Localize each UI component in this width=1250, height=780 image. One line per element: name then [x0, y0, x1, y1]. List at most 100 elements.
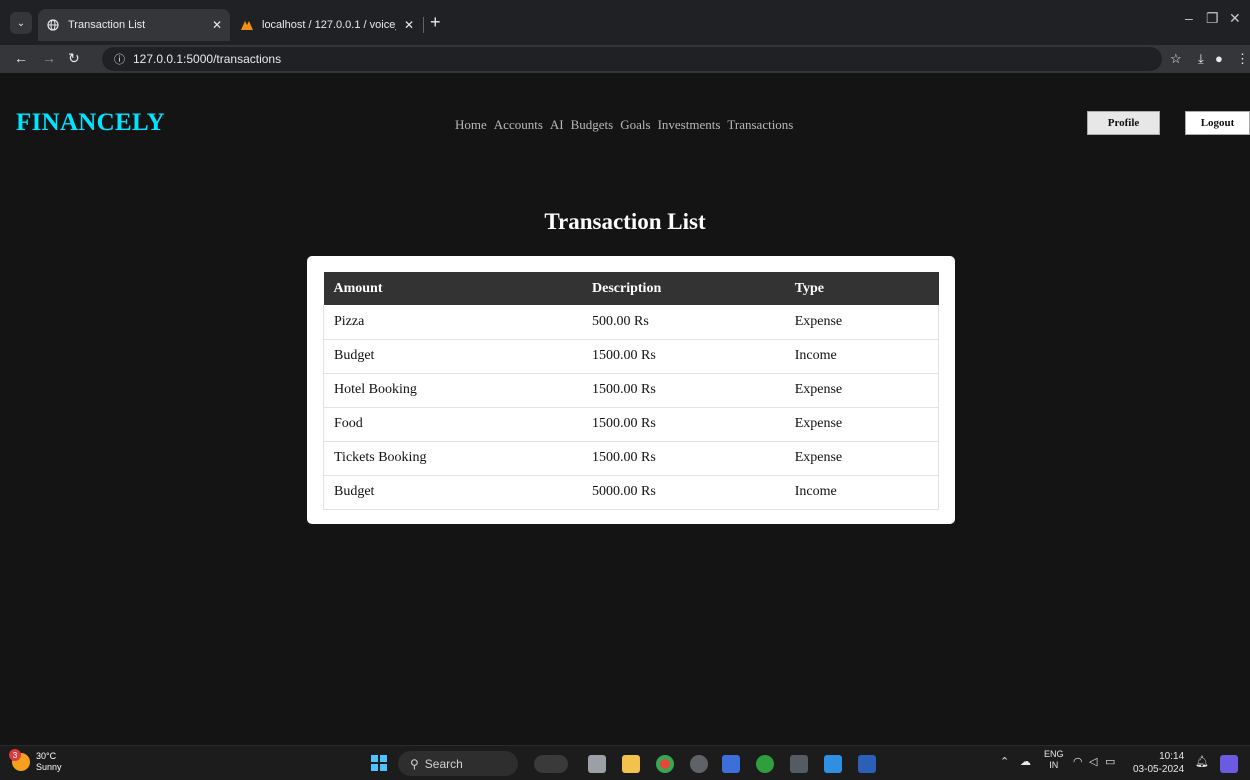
logout-button[interactable]: Logout	[1185, 111, 1250, 135]
tab-close-icon[interactable]: ✕	[212, 18, 222, 32]
region-code: IN	[1049, 760, 1059, 770]
globe-icon	[46, 18, 60, 32]
weather-condition: Sunny	[36, 762, 62, 772]
transactions-card: Amount Description Type Pizza 500.00 Rs …	[307, 256, 955, 524]
profile-icon[interactable]: ●	[1215, 51, 1223, 66]
table-row: Food 1500.00 Rs Expense	[323, 407, 939, 442]
chrome-icon[interactable]	[656, 755, 674, 773]
table-cell: 1500.00 Rs	[582, 373, 785, 408]
weather-widget[interactable]: 3 30°C Sunny	[9, 749, 62, 773]
app-icon[interactable]	[690, 755, 708, 773]
nav-transactions[interactable]: Transactions	[727, 117, 793, 133]
table-cell: Expense	[784, 305, 939, 340]
minimize-icon[interactable]: –	[1185, 10, 1193, 26]
browser-toolbar: ← → ↻ ⓘ 127.0.0.1:5000/transactions ☆ ⤓ …	[0, 45, 1250, 73]
web-page: FINANCELY Home Accounts AI Budgets Goals…	[0, 73, 1250, 745]
table-cell: 500.00 Rs	[582, 305, 785, 340]
table-header-row: Amount Description Type	[323, 272, 939, 305]
windows-taskbar: 3 30°C Sunny ⚲ Search ⌃ ☁ ENG IN ◠ ◁ ▭ 1…	[0, 745, 1250, 780]
restore-icon[interactable]: ❐	[1206, 10, 1219, 27]
main-nav: Home Accounts AI Budgets Goals Investmen…	[455, 117, 793, 133]
onedrive-icon[interactable]: ☁	[1020, 755, 1031, 768]
profile-button[interactable]: Profile	[1087, 111, 1160, 135]
word-icon[interactable]	[858, 755, 876, 773]
tab-search-chevron-icon[interactable]: ⌄	[10, 12, 32, 34]
app-icon[interactable]	[722, 755, 740, 773]
clock-time: 10:14	[1159, 751, 1185, 762]
windows-start-icon[interactable]	[371, 755, 387, 771]
tab-title: localhost / 127.0.0.1 / voice_fin	[262, 19, 396, 31]
transactions-table: Amount Description Type Pizza 500.00 Rs …	[323, 272, 939, 510]
table-cell: Pizza	[323, 305, 583, 340]
nav-ai[interactable]: AI	[550, 117, 564, 133]
vscode-icon[interactable]	[824, 755, 842, 773]
download-icon[interactable]: ⤓	[1198, 51, 1204, 67]
nav-goals[interactable]: Goals	[620, 117, 650, 133]
language-code: ENG	[1044, 749, 1064, 759]
table-row: Budget 1500.00 Rs Income	[323, 339, 939, 374]
task-view-icon[interactable]	[588, 755, 606, 773]
nav-home[interactable]: Home	[455, 117, 487, 133]
search-icon: ⚲	[410, 756, 419, 771]
column-header-description: Description	[592, 280, 662, 296]
table-cell: Budget	[323, 475, 583, 510]
table-row: Tickets Booking 1500.00 Rs Expense	[323, 441, 939, 476]
table-cell: Budget	[323, 339, 583, 374]
sun-icon: 3	[9, 749, 30, 771]
address-bar[interactable]: ⓘ 127.0.0.1:5000/transactions	[102, 47, 1162, 71]
brand-logo[interactable]: FINANCELY	[16, 109, 165, 137]
terminal-icon[interactable]	[790, 755, 808, 773]
table-row: Hotel Booking 1500.00 Rs Expense	[323, 373, 939, 408]
table-cell: Hotel Booking	[323, 373, 583, 408]
column-header-type: Type	[794, 280, 825, 296]
nav-budgets[interactable]: Budgets	[571, 117, 614, 133]
tray-chevron-up-icon[interactable]: ⌃	[1000, 755, 1009, 768]
new-tab-icon[interactable]: +	[430, 13, 441, 31]
clock[interactable]: 10:14 03-05-2024	[1133, 750, 1184, 776]
phpmyadmin-icon	[240, 18, 254, 32]
tab-separator	[423, 17, 424, 33]
table-cell: 1500.00 Rs	[582, 407, 785, 442]
table-cell: Expense	[784, 441, 939, 476]
reload-icon[interactable]: ↻	[68, 50, 80, 67]
temperature: 30°C	[36, 751, 57, 761]
clock-date: 03-05-2024	[1133, 764, 1185, 775]
nav-investments[interactable]: Investments	[658, 117, 721, 133]
notification-bell-icon[interactable]: 🔔︎	[1195, 755, 1209, 768]
table-cell: Income	[784, 339, 939, 374]
bookmark-star-icon[interactable]: ☆	[1170, 51, 1182, 67]
copilot-icon[interactable]	[1220, 755, 1238, 773]
tab-transaction-list[interactable]: Transaction List ✕	[38, 9, 230, 41]
nav-accounts[interactable]: Accounts	[494, 117, 543, 133]
tab-phpmyadmin[interactable]: localhost / 127.0.0.1 / voice_fin ✕	[232, 9, 422, 41]
menu-kebab-icon[interactable]: ⋮	[1236, 51, 1249, 67]
column-header-amount: Amount	[333, 280, 383, 296]
table-cell: Food	[323, 407, 583, 442]
table-row: Pizza 500.00 Rs Expense	[323, 305, 939, 340]
url-text: 127.0.0.1:5000/transactions	[133, 52, 282, 66]
xbox-icon[interactable]	[756, 755, 774, 773]
browser-tab-strip: ⌄ Transaction List ✕ localhost / 127.0.0…	[0, 0, 1250, 45]
site-info-icon[interactable]: ⓘ	[114, 51, 125, 67]
file-explorer-icon[interactable]	[622, 755, 640, 773]
table-cell: 1500.00 Rs	[582, 441, 785, 476]
back-arrow-icon[interactable]: ←	[14, 50, 28, 66]
table-cell: Tickets Booking	[323, 441, 583, 476]
search-highlight-icon[interactable]	[534, 755, 568, 773]
notification-badge: 3	[9, 749, 21, 761]
volume-icon[interactable]: ◁	[1089, 755, 1097, 768]
table-row: Budget 5000.00 Rs Income	[323, 475, 939, 510]
taskbar-search[interactable]: ⚲ Search	[398, 751, 518, 776]
table-cell: Income	[784, 475, 939, 510]
table-cell: Expense	[784, 373, 939, 408]
tab-title: Transaction List	[68, 19, 146, 31]
tab-close-icon[interactable]: ✕	[404, 18, 414, 32]
close-window-icon[interactable]: ✕	[1229, 10, 1241, 27]
forward-arrow-icon[interactable]: →	[42, 50, 56, 66]
table-cell: 5000.00 Rs	[582, 475, 785, 510]
language-indicator[interactable]: ENG IN	[1044, 749, 1064, 771]
wifi-icon[interactable]: ◠	[1073, 755, 1083, 768]
battery-icon[interactable]: ▭	[1105, 755, 1115, 768]
table-cell: 1500.00 Rs	[582, 339, 785, 374]
page-title: Transaction List	[544, 209, 706, 234]
